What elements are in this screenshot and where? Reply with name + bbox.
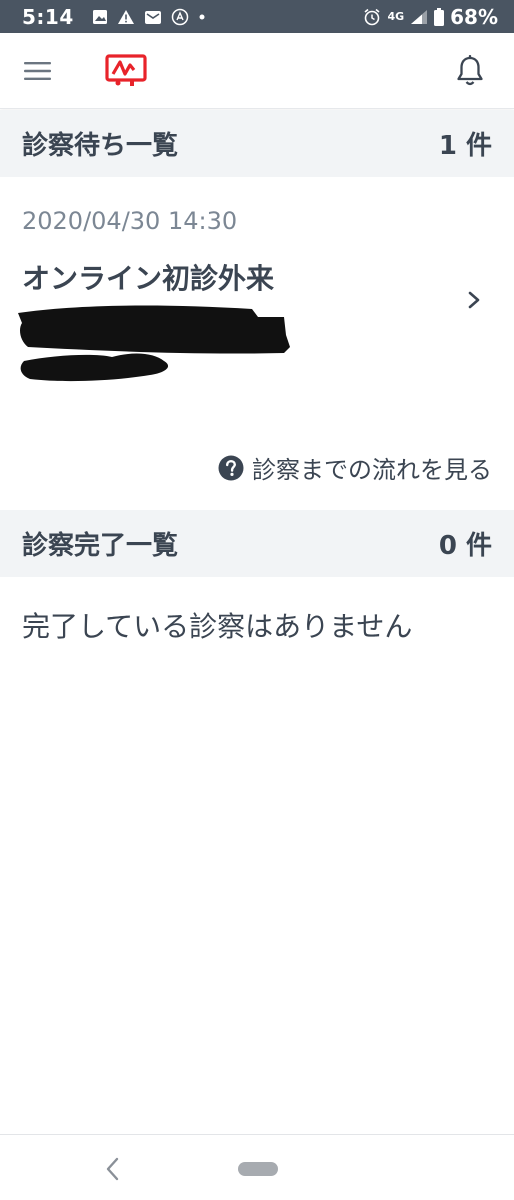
hamburger-menu-icon	[24, 62, 51, 80]
system-navigation-bar	[0, 1134, 514, 1200]
alarm-icon	[364, 8, 380, 25]
completed-list-title: 診察完了一覧	[22, 531, 179, 561]
appointment-card[interactable]: 2020/04/30 14:30 オンライン初診外来	[0, 177, 514, 417]
warning-icon	[117, 9, 134, 24]
redacted-scribble	[18, 305, 290, 382]
notifications-button[interactable]	[452, 53, 488, 89]
app-logo[interactable]	[104, 53, 148, 89]
app-header	[0, 33, 514, 109]
waiting-list-header: 診察待ち一覧 1 件	[0, 110, 514, 177]
back-chevron-icon[interactable]	[102, 1155, 122, 1183]
waiting-list-count: 1 件	[438, 131, 492, 161]
home-pill-button[interactable]	[238, 1162, 278, 1176]
completed-list-count: 0 件	[438, 531, 492, 561]
more-notifications-dot-icon	[199, 14, 205, 19]
status-time: 5:14	[22, 4, 74, 29]
help-circle-icon	[218, 455, 244, 480]
status-notification-icons	[92, 8, 206, 26]
consultation-flow-link[interactable]: 診察までの流れを見る	[218, 450, 492, 485]
status-bar: 5:14 4G 68%	[0, 0, 514, 33]
mail-notification-icon	[144, 10, 161, 24]
appointment-type: オンライン初診外来	[22, 262, 275, 295]
menu-button[interactable]	[24, 59, 52, 83]
battery-percent: 68%	[450, 4, 498, 29]
battery-icon	[434, 7, 445, 26]
signal-icon	[411, 9, 428, 24]
consultation-flow-link-label: 診察までの流れを見る	[252, 456, 492, 484]
app-logo-icon	[105, 54, 147, 86]
chevron-right-icon	[468, 291, 480, 309]
appointment-datetime: 2020/04/30 14:30	[22, 207, 238, 235]
image-notification-icon	[92, 9, 107, 24]
app-notification-icon	[171, 8, 188, 25]
completed-empty-message: 完了している診察はありません	[22, 610, 413, 643]
network-type: 4G	[387, 10, 405, 23]
bell-icon	[457, 55, 483, 86]
waiting-list-title: 診察待ち一覧	[22, 131, 179, 161]
status-system-icons: 4G 68%	[363, 5, 498, 29]
completed-list-header: 診察完了一覧 0 件	[0, 510, 514, 577]
